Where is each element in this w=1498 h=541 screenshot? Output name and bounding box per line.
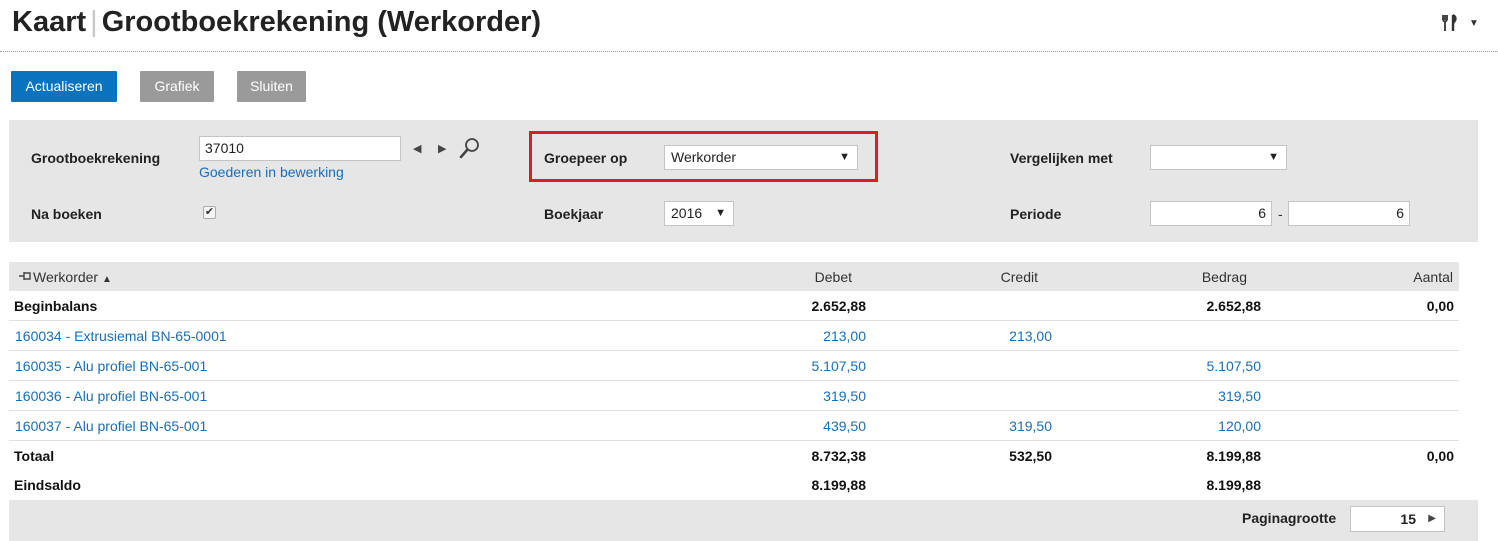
refresh-button[interactable]: Actualiseren: [11, 71, 117, 102]
post-label: Na boeken: [31, 206, 102, 222]
search-icon[interactable]: [459, 137, 481, 159]
previous-account-icon[interactable]: ◀: [413, 142, 421, 155]
table-row[interactable]: 160036 - Alu profiel BN-65-001 319,50 31…: [9, 381, 1459, 411]
table-row[interactable]: 160035 - Alu profiel BN-65-001 5.107,50 …: [9, 351, 1459, 381]
page-title: Kaart | Grootboekrekening (Werkorder): [12, 6, 541, 39]
pin-icon[interactable]: [18, 270, 32, 282]
column-header-quantity[interactable]: Aantal: [1413, 269, 1453, 285]
compare-label: Vergelijken met: [1010, 150, 1113, 166]
period-from-input[interactable]: 6: [1150, 201, 1272, 226]
table-header: Werkorder ▲ Debet Credit Bedrag Aantal: [9, 262, 1459, 291]
debit-cell: 8.732,38: [811, 448, 867, 464]
next-account-icon[interactable]: ▶: [438, 142, 446, 155]
account-input[interactable]: 37010: [199, 136, 401, 161]
page-size-select[interactable]: 15 ▶: [1350, 506, 1445, 532]
amount-cell[interactable]: 319,50: [1218, 388, 1261, 404]
row-label: Eindsaldo: [14, 477, 81, 493]
page-title-card: Kaart: [12, 6, 87, 38]
credit-cell: 532,50: [1009, 448, 1052, 464]
table-row-closing: Eindsaldo 8.199,88 8.199,88: [9, 470, 1459, 500]
amount-cell: 8.199,88: [1206, 477, 1262, 493]
close-button[interactable]: Sluiten: [237, 71, 306, 102]
debit-cell[interactable]: 439,50: [823, 418, 866, 434]
year-select[interactable]: 2016 ▼: [664, 201, 734, 226]
row-label: Totaal: [14, 448, 55, 464]
column-header-workorder-label: Werkorder: [33, 269, 99, 285]
tools-menu[interactable]: ▼: [1440, 12, 1479, 33]
amount-cell[interactable]: 5.107,50: [1207, 358, 1262, 374]
amount-cell: 8.199,88: [1206, 448, 1262, 464]
page-size-label: Paginagrootte: [1242, 510, 1337, 526]
column-header-credit[interactable]: Credit: [1001, 269, 1038, 285]
table-row[interactable]: 160037 - Alu profiel BN-65-001 439,50 31…: [9, 411, 1459, 441]
compare-select[interactable]: ▼: [1150, 145, 1287, 170]
column-header-workorder[interactable]: Werkorder ▲: [33, 269, 112, 285]
row-label: Beginbalans: [14, 298, 98, 314]
table-footer: Paginagrootte 15 ▶: [9, 500, 1478, 541]
account-label: Grootboekrekening: [31, 150, 161, 166]
period-to-input[interactable]: 6: [1288, 201, 1410, 226]
period-label: Periode: [1010, 206, 1062, 222]
debit-cell[interactable]: 213,00: [823, 328, 866, 344]
quantity-cell: 0,00: [1426, 298, 1454, 314]
account-description-link[interactable]: Goederen in bewerking: [199, 164, 344, 180]
table-row-total: Totaal 8.732,38 532,50 8.199,88 0,00: [9, 441, 1459, 471]
chevron-down-icon: ▼: [715, 207, 726, 219]
workorder-link[interactable]: 160036 - Alu profiel BN-65-001: [15, 388, 207, 404]
page-title-name: Grootboekrekening (Werkorder): [101, 6, 542, 38]
page-header: Kaart | Grootboekrekening (Werkorder) ▼: [0, 0, 1498, 52]
year-select-value: 2016: [671, 205, 703, 221]
credit-cell[interactable]: 213,00: [1009, 328, 1052, 344]
table-row: Beginbalans 2.652,88 2.652,88 0,00: [9, 291, 1459, 321]
debit-cell: 8.199,88: [811, 477, 867, 493]
column-header-amount[interactable]: Bedrag: [1202, 269, 1247, 285]
table-row[interactable]: 160034 - Extrusiemal BN-65-0001 213,00 2…: [9, 321, 1459, 351]
tools-icon: [1440, 12, 1467, 32]
workorder-link[interactable]: 160034 - Extrusiemal BN-65-0001: [15, 328, 227, 344]
debit-cell[interactable]: 319,50: [823, 388, 866, 404]
chart-button[interactable]: Grafiek: [140, 71, 214, 102]
period-separator: -: [1278, 206, 1283, 222]
amount-cell[interactable]: 120,00: [1218, 418, 1261, 434]
group-highlight-box: [529, 131, 878, 182]
chevron-down-icon: ▼: [1268, 151, 1279, 163]
credit-cell[interactable]: 319,50: [1009, 418, 1052, 434]
page-size-value: 15: [1400, 511, 1416, 527]
quantity-cell: 0,00: [1426, 448, 1454, 464]
debit-cell: 2.652,88: [811, 298, 867, 314]
title-separator: |: [90, 6, 98, 38]
workorder-link[interactable]: 160035 - Alu profiel BN-65-001: [15, 358, 207, 374]
debit-cell[interactable]: 5.107,50: [812, 358, 867, 374]
post-checkbox[interactable]: ✔: [203, 206, 216, 219]
chevron-down-icon: ▼: [1469, 17, 1479, 29]
year-label: Boekjaar: [544, 206, 604, 222]
workorder-link[interactable]: 160037 - Alu profiel BN-65-001: [15, 418, 207, 434]
chevron-right-icon: ▶: [1428, 513, 1436, 524]
sort-ascending-icon: ▲: [101, 274, 112, 285]
amount-cell: 2.652,88: [1206, 298, 1262, 314]
column-header-debit[interactable]: Debet: [815, 269, 852, 285]
